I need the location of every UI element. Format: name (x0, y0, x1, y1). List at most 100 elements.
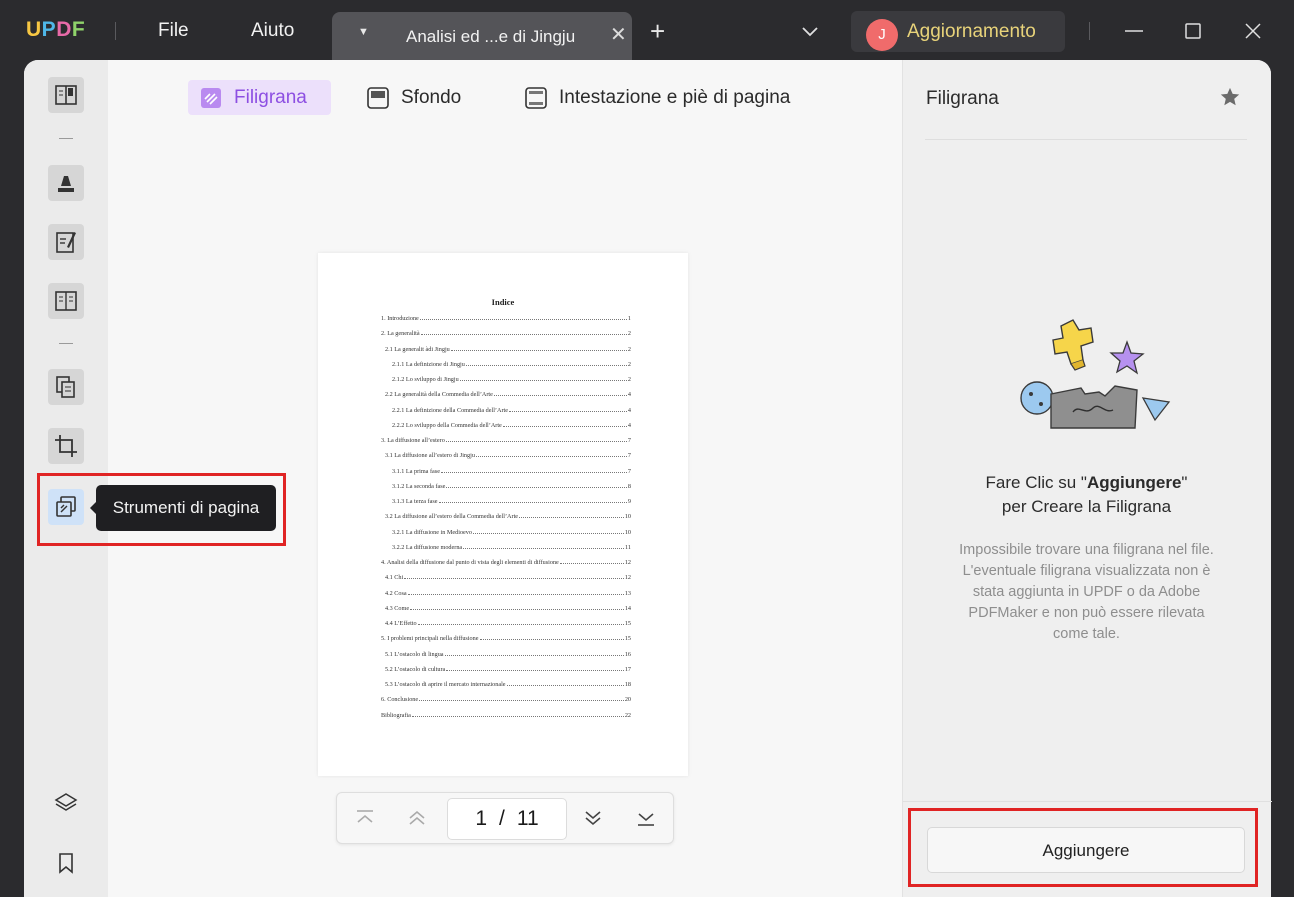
tab-header-footer-label: Intestazione e piè di pagina (559, 86, 791, 108)
heading-line2: per Creare la Filigrana (1001, 497, 1172, 516)
form-icon[interactable] (48, 283, 84, 319)
toc-entry: 2.2.2 Lo sviluppo della Commedia dell’Ar… (392, 419, 631, 429)
reader-mode-icon[interactable] (48, 77, 84, 113)
tab-watermark[interactable]: Filigrana (188, 80, 331, 115)
toc-entry-page: 2 (627, 345, 631, 353)
toc-entry-text: 3.1.2 La seconda fase (392, 482, 446, 490)
pdf-page-preview[interactable]: Indice 1. Introduzione 1 2. La generalità 2… (318, 253, 688, 776)
toc-leader-dots (472, 532, 624, 534)
toc-entry: 4.3 Come 14 (385, 602, 631, 612)
toc-entry-page: 7 (627, 467, 631, 475)
empty-state-illustration (1020, 319, 1171, 429)
toc-leader-dots (446, 669, 624, 671)
toc-leader-dots (419, 699, 624, 702)
toc-entry-text: 2.1.1 La definizione di Jingju (392, 360, 465, 368)
toc-entry: 5.2 L’ostacolo di cultura 17 (385, 663, 631, 673)
toc-leader-dots (445, 440, 627, 442)
toc-leader-dots (493, 394, 627, 397)
toc-leader-dots (446, 486, 627, 488)
toc-entry-text: 3.2.2 La diffusione moderna (392, 543, 463, 551)
toc-leader-dots (444, 654, 624, 656)
toc-entry-text: 5. I problemi principali nella diffusion… (381, 635, 479, 643)
toc-entry-page: 15 (624, 620, 631, 627)
toc-leader-dots (440, 471, 627, 473)
comment-highlight-icon[interactable] (48, 165, 84, 201)
tab-header-footer[interactable]: Intestazione e piè di pagina (525, 80, 790, 115)
tab-background-label: Sfondo (401, 86, 462, 108)
document-tab[interactable]: ▼ Analisi ed ...e di Jingju ✕ (332, 12, 632, 60)
rail-divider (59, 138, 73, 139)
tab-dropdown-icon[interactable]: ▼ (358, 26, 369, 38)
toc-entry-text: 3.1 La diffusione all’estero di Jingju (385, 452, 475, 460)
toc-entry: 2.1.1 La definizione di Jingju 2 (392, 358, 631, 368)
toc-leader-dots (465, 364, 627, 366)
header-footer-icon (525, 86, 547, 109)
toc-entry: 3.2.2 La diffusione moderna 11 (392, 541, 631, 551)
toc-entry-page: 20 (624, 696, 631, 704)
toc-entry-page: 4 (627, 421, 631, 429)
toc-entry-text: 2.2.2 Lo sviluppo della Commedia dell’Ar… (392, 421, 502, 429)
menu-file[interactable]: File (158, 20, 189, 42)
heading-suffix: " (1181, 473, 1188, 492)
toc-entry: 2.1 La generalit àdi Jingju 2 (385, 343, 631, 353)
star-icon[interactable] (1219, 86, 1241, 108)
toc-entry-page: 13 (624, 589, 631, 597)
toc-leader-dots (506, 684, 624, 686)
toc-entry-text: Bibliografia (381, 711, 411, 719)
toc-entry-text: 3.1.3 La terza fase (392, 498, 438, 505)
chevron-down-icon[interactable] (799, 20, 821, 42)
next-page-icon[interactable] (581, 806, 605, 830)
toc-entry: 3.2 La diffusione all’estero della Comme… (385, 510, 631, 520)
minimize-icon[interactable] (1119, 16, 1149, 46)
toc-entry-page: 10 (624, 528, 631, 536)
heading-bold: Aggiungere (1086, 473, 1182, 492)
crop-icon[interactable] (48, 428, 84, 464)
toc-entry: 3.1 La diffusione all’estero di Jingju 7 (385, 449, 631, 459)
toc-entry-text: 4.3 Come (385, 604, 410, 612)
organize-pages-icon[interactable] (48, 369, 84, 405)
toc-title: Indice (491, 297, 515, 307)
toc-entry: 5.3 L’ostacolo di aprire il mercato inte… (385, 678, 631, 688)
new-tab-icon[interactable]: + (650, 18, 665, 44)
toc-entry: 5.1 L’ostacolo di lingua 16 (385, 648, 631, 658)
toc-entry: 3. La diffusione all’estero 7 (381, 434, 631, 444)
avatar: J (866, 19, 898, 51)
previous-page-icon[interactable] (405, 806, 429, 830)
toc-leader-dots (502, 425, 627, 427)
toc-entry-text: 2. La generalità (381, 330, 420, 338)
toc-entry-page: 7 (627, 452, 631, 460)
tab-background[interactable]: Sfondo (367, 80, 461, 115)
first-page-icon[interactable] (353, 806, 377, 830)
edit-pdf-icon[interactable] (48, 224, 84, 260)
toc-leader-dots (508, 410, 627, 412)
toc-entry-text: 5.1 L’ostacolo di lingua (385, 650, 444, 658)
close-window-icon[interactable] (1238, 16, 1268, 46)
toc-entry-page: 12 (624, 574, 631, 582)
watermark-icon (201, 87, 221, 108)
toc-leader-dots (459, 379, 627, 381)
toc-entry: 1. Introduzione 1 (381, 312, 631, 322)
empty-state-description: Impossibile trovare una filigrana nel fi… (959, 542, 1214, 642)
upgrade-label: Aggiornamento (907, 21, 1036, 42)
heading-prefix: Fare Clic su " (985, 473, 1087, 492)
toc-entry-text: 2.2 La generalità della Commedia dell’Ar… (385, 391, 493, 399)
toc-entry-page: 4 (627, 406, 631, 414)
toc-entry-page: 1 (627, 315, 631, 322)
toc-entry-page: 22 (624, 711, 631, 719)
toc-entry: 4. Analisi della diffusione dal punto di… (381, 556, 631, 566)
toc-leader-dots (419, 318, 627, 320)
close-tab-icon[interactable]: ✕ (610, 22, 627, 47)
toc-entry: 2. La generalità 2 (381, 327, 631, 337)
bookmark-icon[interactable] (50, 847, 82, 879)
upgrade-button[interactable]: J Aggiornamento (851, 11, 1065, 52)
toc-entry: 2.2 La generalità della Commedia dell’Ar… (385, 388, 631, 398)
layers-icon[interactable] (50, 787, 82, 819)
highlight-box-page-tools (37, 473, 286, 546)
last-page-icon[interactable] (634, 806, 658, 830)
toc-entry-text: 2.1 La generalit àdi Jingju (385, 345, 450, 353)
menu-help[interactable]: Aiuto (251, 20, 294, 42)
page-number-field[interactable]: 1 / 11 (447, 798, 567, 840)
page-separator: / (499, 807, 505, 830)
maximize-icon[interactable] (1178, 16, 1208, 46)
toc-entry-text: 3.1.1 La prima fase (392, 467, 440, 475)
